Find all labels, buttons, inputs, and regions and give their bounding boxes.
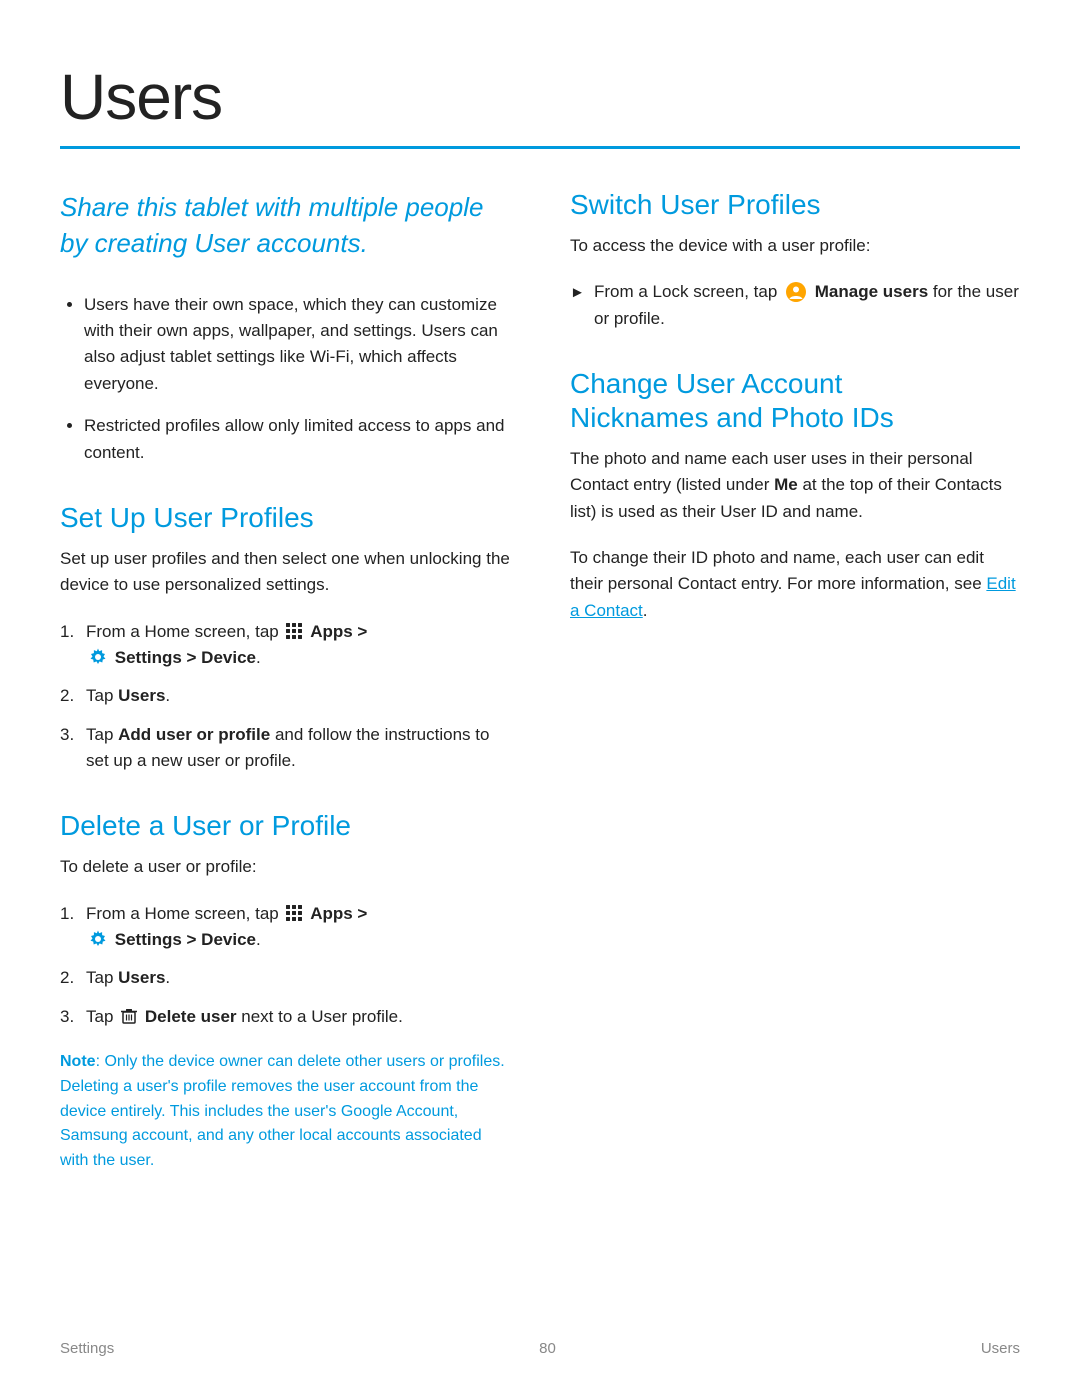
step-content: Tap Delete user next to a User: [86, 1004, 510, 1030]
apps-label: Apps >: [310, 904, 367, 923]
add-user-label: Add user or profile: [118, 725, 270, 744]
delete-heading: Delete a User or Profile: [60, 810, 510, 842]
switch-intro: To access the device with a user profile…: [570, 233, 1020, 259]
trash-icon: [120, 1007, 138, 1025]
setup-step-2: 2. Tap Users.: [60, 683, 510, 709]
footer-left: Settings: [60, 1340, 114, 1357]
settings-icon: [88, 929, 108, 949]
content-area: Share this tablet with multiple people b…: [60, 189, 1020, 1210]
change-para-2: To change their ID photo and name, each …: [570, 545, 1020, 624]
intro-bullets: Users have their own space, which they c…: [60, 292, 510, 466]
manage-users-icon: [785, 281, 807, 303]
setup-intro: Set up user profiles and then select one…: [60, 546, 510, 599]
note-label: Note: [60, 1053, 96, 1070]
step-content: Tap Add user or profile and follow the i…: [86, 722, 510, 775]
right-column: Switch User Profiles To access the devic…: [570, 189, 1020, 1210]
apps-label: Apps >: [310, 622, 367, 641]
step-number: 3.: [60, 722, 80, 775]
arrow-icon: ►: [570, 281, 584, 304]
page-title: Users: [60, 60, 1020, 134]
step-number: 2.: [60, 965, 80, 991]
switch-bullet-content: From a Lock screen, tap Manage users for…: [594, 279, 1020, 332]
switch-heading: Switch User Profiles: [570, 189, 1020, 221]
page-footer: Settings 80 Users: [60, 1340, 1020, 1357]
note-text: Note: Only the device owner can delete o…: [60, 1050, 510, 1174]
step-content: Tap Users.: [86, 683, 510, 709]
step-content: Tap Users.: [86, 965, 510, 991]
change-heading-group: Change User Account Nicknames and Photo …: [570, 368, 1020, 434]
settings-device-label: Settings > Device: [115, 930, 256, 949]
delete-intro: To delete a user or profile:: [60, 854, 510, 880]
left-column: Share this tablet with multiple people b…: [60, 189, 510, 1210]
delete-user-label: Delete user: [145, 1007, 237, 1026]
manage-users-label: Manage users: [815, 282, 928, 301]
step-number: 2.: [60, 683, 80, 709]
step-number: 3.: [60, 1004, 80, 1030]
settings-device-label: Settings > Device: [115, 648, 256, 667]
setup-heading: Set Up User Profiles: [60, 502, 510, 534]
delete-steps: 1. From a Home screen, tap: [60, 901, 510, 1030]
footer-center: 80: [539, 1340, 556, 1357]
me-label: Me: [774, 475, 798, 494]
step-number: 1.: [60, 901, 80, 954]
bullet-item: Users have their own space, which they c…: [84, 292, 510, 397]
title-divider: [60, 146, 1020, 149]
change-heading-1: Change User Account: [570, 368, 1020, 400]
switch-section: Switch User Profiles To access the devic…: [570, 189, 1020, 332]
change-section: Change User Account Nicknames and Photo …: [570, 368, 1020, 624]
delete-step-3: 3. Tap: [60, 1004, 510, 1030]
setup-step-3: 3. Tap Add user or profile and follow th…: [60, 722, 510, 775]
edit-contact-link[interactable]: Edit a Contact: [570, 574, 1016, 619]
users-label: Users: [118, 968, 165, 987]
apps-icon: [285, 622, 303, 640]
settings-icon: [88, 647, 108, 667]
delete-step-1: 1. From a Home screen, tap: [60, 901, 510, 954]
step-content: From a Home screen, tap: [86, 619, 510, 672]
bullet-item: Restricted profiles allow only limited a…: [84, 413, 510, 466]
setup-step-1: 1. From a Home screen, tap: [60, 619, 510, 672]
footer-right: Users: [981, 1340, 1020, 1357]
change-heading-2: Nicknames and Photo IDs: [570, 402, 1020, 434]
change-para-1: The photo and name each user uses in the…: [570, 446, 1020, 525]
setup-section: Set Up User Profiles Set up user profile…: [60, 502, 510, 774]
delete-section: Delete a User or Profile To delete a use…: [60, 810, 510, 1174]
apps-icon: [285, 904, 303, 922]
users-label: Users: [118, 686, 165, 705]
setup-steps: 1. From a Home screen, tap: [60, 619, 510, 775]
intro-text: Share this tablet with multiple people b…: [60, 189, 510, 262]
step-number: 1.: [60, 619, 80, 672]
switch-bullet: ► From a Lock screen, tap Manage users f…: [570, 279, 1020, 332]
step-content: From a Home screen, tap: [86, 901, 510, 954]
delete-step-2: 2. Tap Users.: [60, 965, 510, 991]
